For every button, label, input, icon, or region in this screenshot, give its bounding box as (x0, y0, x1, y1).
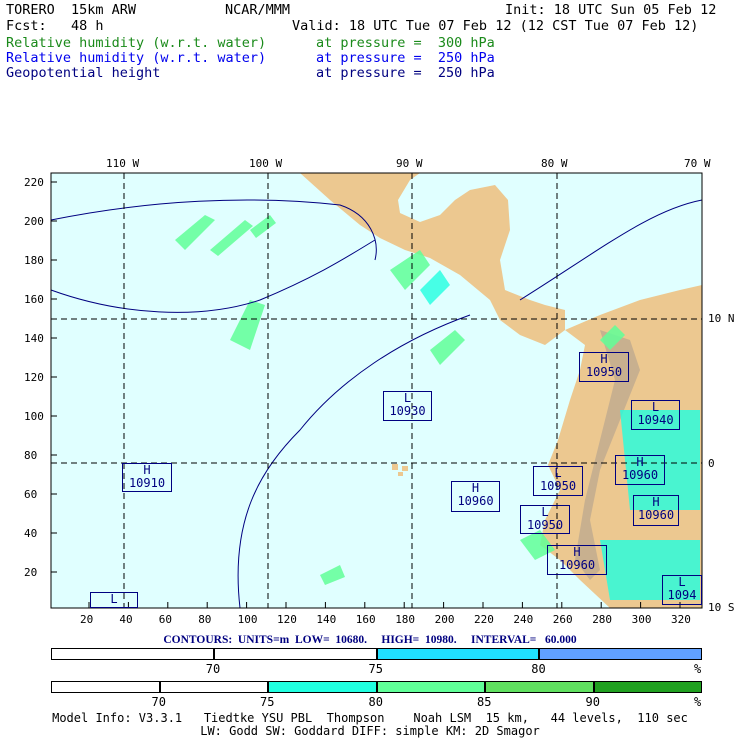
x-tick-label: 320 (671, 613, 691, 626)
pressure-system-high: H 10960 (633, 495, 679, 526)
y-tick-label: 140 (24, 332, 44, 345)
colorbar-segment (51, 648, 214, 660)
lon-label: 110 W (106, 157, 140, 170)
x-tick-label: 160 (355, 613, 376, 626)
colorbar-segment (376, 681, 485, 693)
x-tick-label: 300 (631, 613, 652, 626)
x-tick-label: 140 (316, 613, 337, 626)
x-tick-label: 220 (474, 613, 494, 626)
colorbar-segment (51, 681, 160, 693)
system-value: 10950 (539, 479, 577, 493)
colorbar-segment (268, 681, 377, 693)
y-tick-label: 40 (24, 527, 38, 540)
system-value: 10940 (637, 413, 674, 427)
y-tick-label: 20 (24, 566, 38, 579)
x-tick-label: 60 (158, 613, 173, 626)
colorbar-segment (376, 648, 540, 660)
system-value: 10950 (585, 365, 623, 379)
system-value: 1094 (667, 588, 697, 602)
x-tick-label: 200 (434, 613, 455, 626)
colorbar-label: 80 (531, 662, 546, 676)
y-tick-label: 200 (24, 215, 44, 228)
pressure-system-high: H 10960 (547, 545, 607, 575)
lat-label: 10 S (708, 601, 735, 614)
lat-label: 10 N (708, 312, 735, 325)
pressure-system-low: L 1094 (662, 575, 702, 605)
x-tick-label: 80 (198, 613, 212, 626)
lon-label: 90 W (396, 157, 423, 170)
contour-info: CONTOURS: UNITS=m LOW= 10680. HIGH= 1098… (163, 634, 577, 646)
colorbar-label: % (694, 695, 702, 709)
y-tick-label: 180 (24, 254, 44, 267)
pressure-system-high: H 10960 (451, 481, 500, 512)
system-value: 10930 (389, 404, 426, 418)
system-type: L (110, 592, 118, 606)
x-tick-label: 40 (119, 613, 133, 626)
y-tick-label: 220 (24, 176, 44, 189)
system-value: 10960 (621, 468, 659, 482)
y-tick-label: 120 (24, 371, 44, 384)
lat-label: 0 (708, 457, 715, 470)
lon-label: 70 W (684, 157, 711, 170)
pressure-system-high: H 10950 (579, 352, 629, 382)
system-value: 10910 (128, 476, 166, 490)
colorbar-label: 75 (260, 695, 275, 709)
map (50, 172, 703, 609)
system-value: 10960 (637, 508, 675, 522)
x-tick-label: 100 (237, 613, 258, 626)
colorbar-segment (593, 681, 702, 693)
pressure-system-low: L 10940 (631, 400, 680, 430)
system-value: 10950 (526, 518, 564, 532)
colorbar-label: 85 (477, 695, 492, 709)
y-tick-label: 60 (24, 488, 38, 501)
x-tick-label: 20 (80, 613, 94, 626)
pressure-system-high: H 10960 (615, 455, 665, 485)
pressure-system-high: H 10910 (122, 463, 172, 492)
lon-label: 100 W (249, 157, 283, 170)
colorbar-label: 70 (151, 695, 166, 709)
pressure-system-low: L 10930 (383, 391, 432, 421)
pressure-system-low: L (90, 592, 138, 608)
pressure-system-low: L 10950 (533, 466, 583, 496)
colorbar-label: % (694, 662, 702, 676)
x-tick-label: 180 (395, 613, 416, 626)
x-tick-label: 240 (513, 613, 534, 626)
colorbar-segment (485, 681, 594, 693)
system-value: 10960 (457, 494, 494, 508)
colorbar-label: 90 (585, 695, 600, 709)
system-value: 10960 (558, 558, 596, 572)
colorbar-label: 70 (205, 662, 221, 676)
pressure-system-low: L 10950 (520, 505, 570, 534)
y-tick-label: 160 (24, 293, 44, 306)
model-info-line2: LW: Godd SW: Goddard DIFF: simple KM: 2D… (200, 724, 540, 738)
y-tick-label: 80 (24, 449, 38, 462)
y-tick-label: 100 (24, 410, 44, 423)
x-tick-label: 280 (592, 613, 613, 626)
colorbar-segment (539, 648, 702, 660)
x-tick-label: 260 (552, 613, 573, 626)
x-tick-label: 120 (277, 613, 297, 626)
colorbar-label: 80 (368, 695, 383, 709)
colorbar-segment (213, 648, 377, 660)
colorbar-segment (159, 681, 268, 693)
colorbar-label: 75 (368, 662, 383, 676)
lon-label: 80 W (541, 157, 568, 170)
